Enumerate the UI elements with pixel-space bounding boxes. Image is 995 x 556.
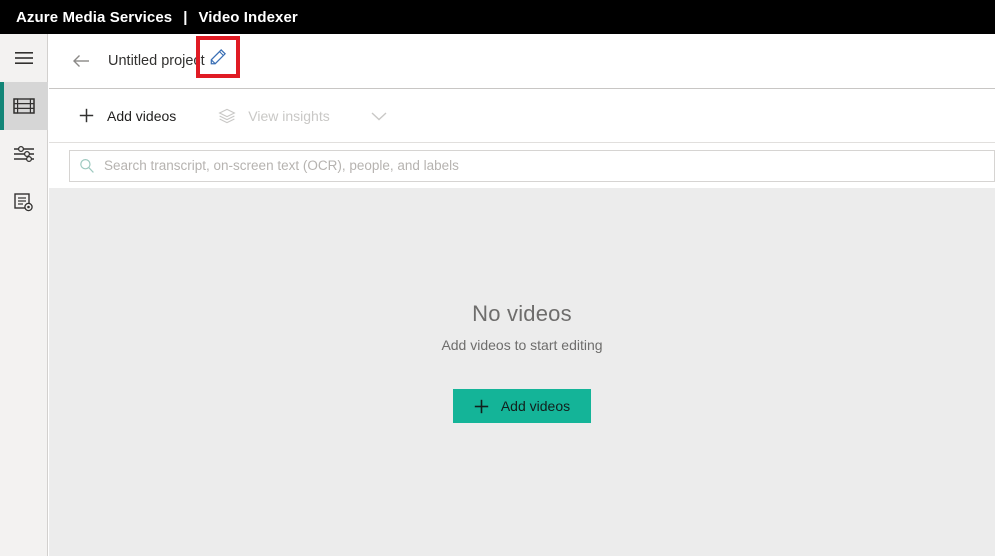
search-input[interactable] — [104, 150, 955, 181]
sidebar-item-customization[interactable] — [0, 130, 48, 178]
app-root: Azure Media Services | Video Indexer Unt… — [0, 0, 995, 556]
chevron-down-icon[interactable] — [362, 101, 396, 131]
view-insights-toolbar-label: View insights — [248, 107, 330, 124]
arrow-left-icon[interactable] — [71, 51, 91, 71]
brand-secondary-label: Video Indexer — [198, 8, 298, 26]
brand-primary-label: Azure Media Services — [16, 8, 173, 26]
project-header: Untitled project — [49, 34, 995, 89]
sidebar-item-projects[interactable] — [0, 82, 48, 130]
empty-state-title: No videos — [472, 301, 572, 326]
edit-project-name-button[interactable] — [196, 36, 240, 78]
search-magnifier-icon — [79, 158, 95, 174]
view-insights-toolbar-button[interactable]: View insights — [210, 99, 335, 133]
project-toolbar: Add videos View insights — [49, 89, 995, 143]
sliders-settings-icon — [13, 145, 35, 163]
film-strip-icon — [13, 97, 35, 115]
add-videos-toolbar-label: Add videos — [107, 107, 177, 124]
sidebar-item-menu[interactable] — [0, 34, 48, 82]
page-title: Untitled project — [108, 53, 205, 69]
add-videos-toolbar-button[interactable]: Add videos — [69, 99, 182, 133]
main-column: Untitled project Add videos View insight… — [49, 34, 995, 556]
hamburger-menu-icon — [14, 50, 34, 66]
plus-icon — [474, 399, 489, 414]
search-row — [49, 143, 995, 188]
videos-content-area: No videos Add videos to start editing Ad… — [49, 188, 995, 556]
empty-state-subtitle: Add videos to start editing — [441, 337, 603, 353]
sidebar-rail — [0, 34, 48, 556]
plus-icon — [75, 106, 97, 126]
top-brand-bar: Azure Media Services | Video Indexer — [0, 0, 995, 34]
add-videos-primary-button[interactable]: Add videos — [452, 389, 592, 423]
sidebar-item-model-settings[interactable] — [0, 178, 48, 226]
empty-state: No videos Add videos to start editing Ad… — [441, 301, 603, 423]
brand-separator: | — [183, 8, 188, 26]
search-box[interactable] — [69, 149, 995, 182]
add-videos-primary-label: Add videos — [500, 398, 571, 414]
layers-stack-icon — [216, 106, 238, 126]
brand: Azure Media Services | Video Indexer — [0, 9, 298, 26]
document-gear-icon — [13, 192, 35, 212]
